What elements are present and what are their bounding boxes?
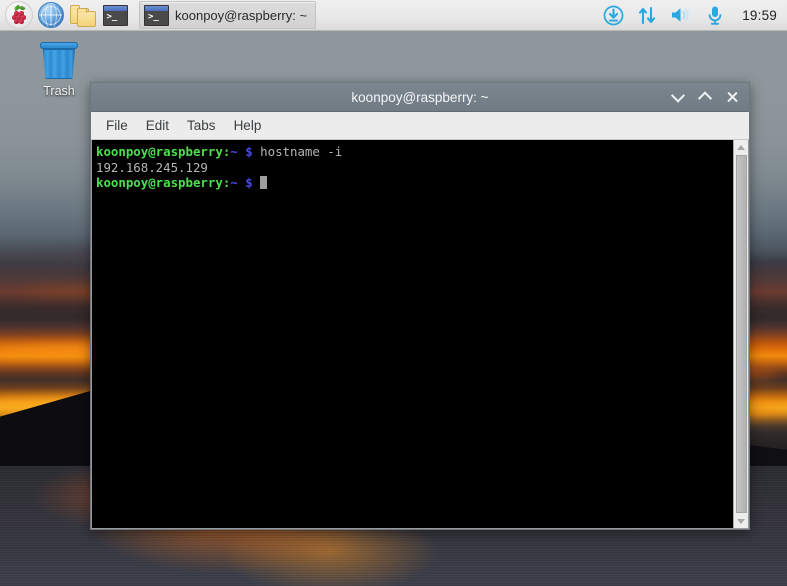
chevron-up-icon	[697, 91, 712, 106]
taskbar: >_ >_ koonpoy@raspberry: ~ 19:59	[0, 0, 787, 31]
terminal-cursor	[260, 176, 268, 190]
triangle-up-icon	[737, 144, 745, 150]
triangle-down-icon	[737, 518, 745, 524]
prompt-user-host: koonpoy@raspberry	[96, 175, 223, 191]
window-title: koonpoy@raspberry: ~	[351, 89, 489, 105]
terminal-titlebar[interactable]: koonpoy@raspberry: ~	[91, 83, 749, 112]
terminal-icon-prompt: >_	[106, 11, 118, 22]
terminal-scrollbar[interactable]	[733, 140, 748, 528]
raspberry-icon	[5, 1, 33, 29]
raspberry-berry	[12, 11, 26, 24]
taskbar-tray: 19:59	[602, 4, 787, 26]
folder-front	[77, 8, 96, 27]
terminal-launcher-button[interactable]: >_	[100, 1, 130, 29]
updates-icon[interactable]	[602, 4, 624, 26]
terminal-icon: >_	[102, 4, 128, 26]
raspberry-menu-button[interactable]	[4, 1, 34, 29]
microphone-icon[interactable]	[704, 4, 726, 26]
trash-label: Trash	[43, 84, 75, 98]
globe-icon	[38, 2, 64, 28]
maximize-button[interactable]	[697, 88, 712, 106]
terminal-line: koonpoy@raspberry:~ $ hostname -i	[96, 144, 733, 160]
terminal-icon: >_	[144, 4, 169, 26]
terminal-window[interactable]: koonpoy@raspberry: ~ File Edit Tabs Help…	[90, 82, 750, 530]
prompt-path: ~	[230, 144, 238, 159]
terminal-menubar: File Edit Tabs Help	[91, 112, 749, 140]
trash-bin-icon	[40, 42, 78, 80]
terminal-output: 192.168.245.129	[96, 159, 208, 175]
minimize-button[interactable]	[670, 88, 685, 106]
taskbar-window-label: koonpoy@raspberry: ~	[175, 7, 308, 23]
close-button[interactable]	[724, 88, 739, 106]
file-manager-button[interactable]	[68, 1, 98, 29]
menu-file[interactable]: File	[97, 115, 137, 136]
folder-icon	[70, 4, 96, 27]
terminal-line: 192.168.245.129	[96, 160, 733, 176]
scrollbar-down-button[interactable]	[733, 514, 748, 528]
clock[interactable]: 19:59	[742, 8, 777, 23]
menu-help[interactable]: Help	[225, 115, 271, 136]
terminal-command: hostname -i	[260, 144, 343, 159]
terminal-icon-prompt: >_	[148, 11, 159, 22]
prompt-symbol: $	[237, 175, 261, 191]
terminal-line: koonpoy@raspberry:~ $	[96, 175, 733, 191]
terminal-body[interactable]: koonpoy@raspberry:~ $ hostname -i 192.168…	[91, 140, 749, 529]
prompt-user-host: koonpoy@raspberry	[96, 144, 223, 159]
web-browser-button[interactable]	[36, 1, 66, 29]
prompt-symbol: $	[237, 144, 261, 159]
scrollbar-thumb[interactable]	[735, 155, 747, 513]
taskbar-window-button-terminal[interactable]: >_ koonpoy@raspberry: ~	[139, 1, 317, 29]
terminal-icon-titlebar	[145, 5, 168, 11]
desktop-icon-trash[interactable]: Trash	[30, 42, 88, 98]
trash-body	[43, 49, 75, 79]
close-icon	[726, 91, 738, 103]
taskbar-launchers: >_ >_ koonpoy@raspberry: ~	[0, 1, 317, 29]
terminal-icon-titlebar	[103, 5, 127, 11]
menu-tabs[interactable]: Tabs	[178, 115, 225, 136]
prompt-path: ~	[230, 175, 238, 191]
network-icon[interactable]	[636, 4, 658, 26]
desktop: Trash koonpoy@raspberry: ~ File Edit Tab…	[0, 0, 787, 586]
chevron-down-icon	[670, 88, 685, 103]
volume-icon[interactable]	[670, 4, 692, 26]
menu-edit[interactable]: Edit	[137, 115, 178, 136]
scrollbar-up-button[interactable]	[733, 140, 748, 154]
terminal-screen[interactable]: koonpoy@raspberry:~ $ hostname -i 192.168…	[92, 140, 733, 528]
trash-lid	[40, 42, 78, 49]
window-controls	[670, 88, 749, 106]
